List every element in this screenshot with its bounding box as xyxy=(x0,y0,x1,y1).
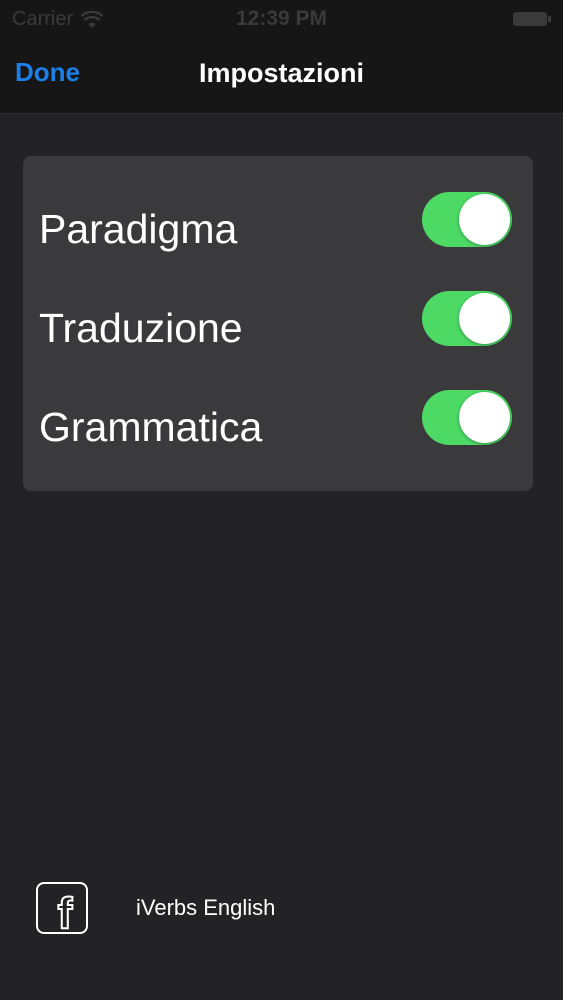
app-name-label: iVerbs English xyxy=(136,895,276,920)
paradigma-toggle[interactable] xyxy=(422,192,512,247)
traduzione-toggle[interactable] xyxy=(422,291,512,346)
setting-row-traduzione: Traduzione xyxy=(23,283,533,373)
page-title: Impostazioni xyxy=(198,58,364,88)
facebook-icon[interactable]: f xyxy=(36,882,88,934)
facebook-letter: f xyxy=(57,889,74,934)
toggle-knob xyxy=(459,293,510,344)
setting-row-paradigma: Paradigma xyxy=(23,184,533,274)
navigation-bar: Done Impostazioni xyxy=(0,38,563,114)
status-bar: Carrier 12:39 PM xyxy=(0,0,563,38)
toggle-knob xyxy=(459,194,510,245)
setting-label: Grammatica xyxy=(39,404,263,450)
setting-label: Traduzione xyxy=(39,305,243,351)
facebook-link[interactable]: f iVerbs English xyxy=(36,882,275,934)
setting-label: Paradigma xyxy=(39,206,238,252)
setting-row-grammatica: Grammatica xyxy=(23,382,533,472)
grammatica-toggle[interactable] xyxy=(422,390,512,445)
battery-icon xyxy=(513,11,551,27)
toggle-knob xyxy=(459,392,510,443)
status-time: 12:39 PM xyxy=(235,7,328,30)
settings-card: Paradigma Traduzione Grammatica xyxy=(23,156,533,491)
